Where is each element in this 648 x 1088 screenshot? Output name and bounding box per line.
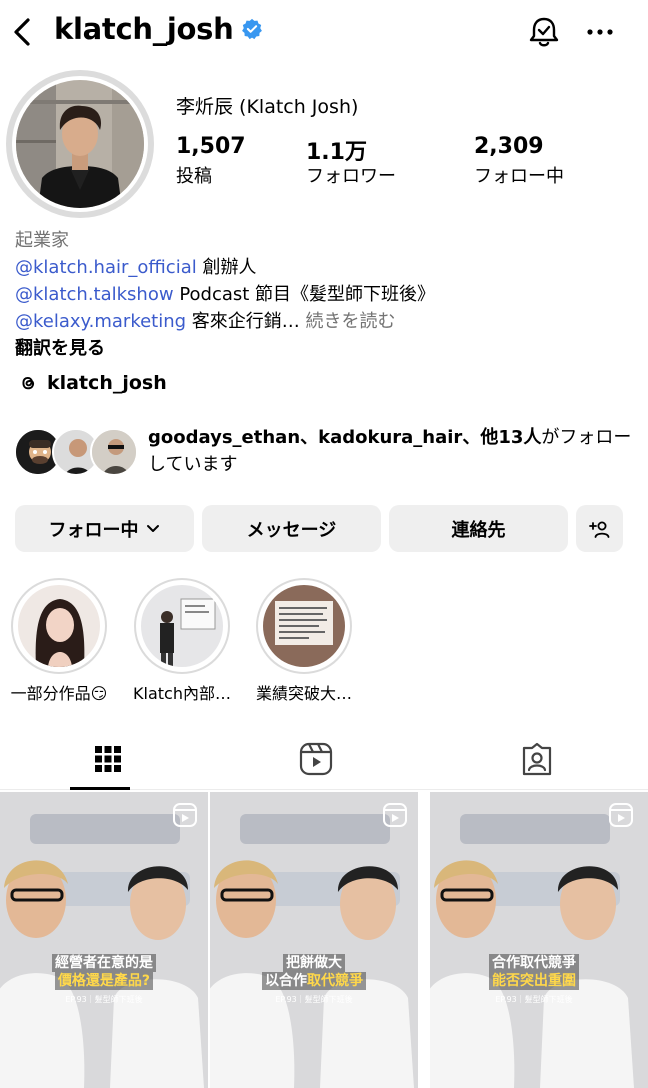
back-icon[interactable]	[8, 14, 36, 50]
tagged-icon	[522, 742, 552, 776]
username-title: klatch_josh	[54, 12, 263, 46]
threads-icon	[22, 376, 35, 390]
highlight-item[interactable]: Klatch內部…	[117, 578, 247, 704]
post-episode: EP.93｜髮型師下班後	[275, 995, 353, 1004]
active-tab-indicator	[70, 787, 130, 790]
translate-link[interactable]: 翻訳を見る	[15, 338, 105, 359]
add-person-button[interactable]	[576, 505, 623, 552]
stat-followers[interactable]: 1.1万 フォロワー	[306, 134, 396, 188]
post-caption-line1: 經營者在意的是	[0, 954, 208, 972]
tab-posts[interactable]	[0, 728, 216, 790]
tab-tagged[interactable]	[429, 728, 645, 790]
top-bar: klatch_josh	[0, 0, 648, 64]
post-episode: EP.93｜髮型師下班後	[495, 995, 573, 1004]
post-episode: EP.93｜髮型師下班後	[65, 995, 143, 1004]
bio-text: 創辦人	[202, 257, 257, 278]
read-more-link[interactable]: 続きを読む	[306, 311, 396, 332]
stat-following[interactable]: 2,309 フォロー中	[474, 134, 564, 188]
threads-badge[interactable]: klatch_josh	[17, 372, 167, 394]
highlight-item[interactable]: 一部分作品😏	[0, 578, 124, 704]
chevron-down-icon	[146, 524, 159, 532]
bio-text: 客來企行銷…	[191, 311, 300, 332]
post-caption-line2: 價格還是產品?	[0, 972, 208, 990]
reels-icon	[609, 803, 633, 827]
story-highlights: 一部分作品😏 Klatch內部… 業績突破大…	[0, 578, 648, 708]
bio-text: Podcast 節目《髮型師下班後》	[179, 284, 436, 305]
display-name: 李炘辰 (Klatch Josh)	[176, 96, 359, 118]
post-thumbnail[interactable]: 經營者在意的是 價格還是產品? EP.93｜髮型師下班後	[0, 792, 208, 1088]
posts-grid: 經營者在意的是 價格還是產品? EP.93｜髮型師下班後 把餅做大 以合作取代競…	[0, 792, 648, 1088]
bio-mention-link[interactable]: @klatch.hair_official	[15, 257, 197, 278]
mutual-followers[interactable]: goodays_ethan、kadokura_hair、他13人がフォローしてい…	[14, 424, 634, 480]
stat-posts[interactable]: 1,507 投稿	[176, 134, 246, 188]
stat-following-label: フォロー中	[474, 166, 564, 187]
more-icon[interactable]	[584, 18, 616, 46]
stat-followers-value: 1.1万	[306, 140, 367, 165]
profile-avatar[interactable]	[12, 76, 148, 212]
post-caption-line1: 把餅做大	[210, 954, 418, 972]
stat-followers-label: フォロワー	[306, 166, 396, 187]
mutual-followers-text: goodays_ethan、kadokura_hair、他13人がフォローしてい…	[148, 424, 634, 478]
highlight-item[interactable]: 業績突破大…	[239, 578, 369, 704]
bio-mention-link[interactable]: @kelaxy.marketing	[15, 311, 186, 332]
post-caption-line2: 以合作取代競爭	[210, 972, 418, 990]
message-button[interactable]: メッセージ	[202, 505, 381, 552]
bio-mention-link[interactable]: @klatch.talkshow	[15, 284, 174, 305]
stat-posts-value: 1,507	[176, 134, 246, 159]
username: klatch_josh	[54, 12, 234, 46]
notification-bell-icon[interactable]	[526, 14, 562, 50]
highlight-label: 一部分作品😏	[10, 684, 108, 703]
stat-posts-label: 投稿	[176, 166, 212, 187]
tab-reels[interactable]	[208, 728, 424, 790]
following-label: フォロー中	[48, 519, 139, 541]
bio-category: 起業家	[15, 230, 69, 251]
profile-actions: フォロー中 メッセージ 連絡先	[15, 505, 623, 552]
post-caption-line1: 合作取代競爭	[430, 954, 638, 972]
reels-icon	[299, 742, 333, 776]
following-button[interactable]: フォロー中	[15, 505, 194, 552]
add-person-icon	[588, 521, 609, 538]
mutual-names: goodays_ethan、kadokura_hair、他13人	[148, 427, 542, 448]
mutual-avatars	[14, 428, 140, 478]
post-thumbnail[interactable]: 合作取代競爭 能否突出重圍 EP.93｜髮型師下班後	[430, 792, 648, 1088]
post-caption-line2: 能否突出重圍	[430, 972, 638, 990]
threads-handle: klatch_josh	[47, 372, 167, 394]
grid-icon	[95, 746, 121, 772]
profile-tabs	[0, 728, 648, 790]
highlight-label: 業績突破大…	[255, 684, 352, 703]
reels-icon	[173, 803, 197, 827]
bio: 起業家 @klatch.hair_official 創辦人 @klatch.ta…	[15, 227, 635, 362]
contact-button[interactable]: 連絡先	[389, 505, 568, 552]
stat-following-value: 2,309	[474, 134, 544, 159]
verified-badge-icon	[242, 18, 263, 40]
reels-icon	[383, 803, 407, 827]
message-label: メッセージ	[246, 519, 337, 541]
avatar	[90, 428, 138, 476]
post-thumbnail[interactable]: 把餅做大 以合作取代競爭 EP.93｜髮型師下班後	[210, 792, 418, 1088]
highlight-label: Klatch內部…	[133, 684, 231, 703]
contact-label: 連絡先	[451, 519, 506, 541]
